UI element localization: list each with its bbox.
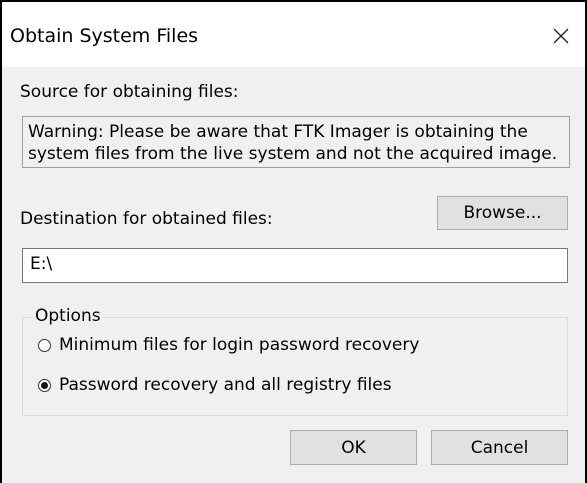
radio-button-selected[interactable]: [38, 378, 51, 392]
destination-label: Destination for obtained files:: [20, 209, 273, 229]
radio-all-registry-files[interactable]: Password recovery and all registry files: [38, 375, 392, 395]
browse-button[interactable]: Browse...: [437, 196, 568, 230]
options-legend: Options: [33, 306, 103, 326]
radio-button[interactable]: [38, 338, 51, 352]
dialog-title: Obtain System Files: [10, 25, 199, 47]
warning-box: Warning: Please be aware that FTK Imager…: [22, 116, 570, 168]
warning-text: Warning: Please be aware that FTK Imager…: [28, 122, 558, 164]
ok-button[interactable]: OK: [290, 430, 417, 465]
destination-input[interactable]: E:\: [22, 248, 568, 283]
obtain-system-files-dialog: Obtain System Files Source for obtaining…: [0, 0, 587, 483]
radio-label: Minimum files for login password recover…: [59, 335, 420, 355]
radio-label: Password recovery and all registry files: [59, 375, 392, 395]
source-label: Source for obtaining files:: [20, 82, 239, 102]
title-bar: Obtain System Files: [2, 2, 585, 67]
close-button[interactable]: [547, 22, 575, 50]
cancel-button[interactable]: Cancel: [431, 430, 568, 465]
close-icon: [553, 28, 569, 44]
options-group: Options: [22, 306, 568, 416]
radio-minimum-files[interactable]: Minimum files for login password recover…: [38, 335, 419, 355]
